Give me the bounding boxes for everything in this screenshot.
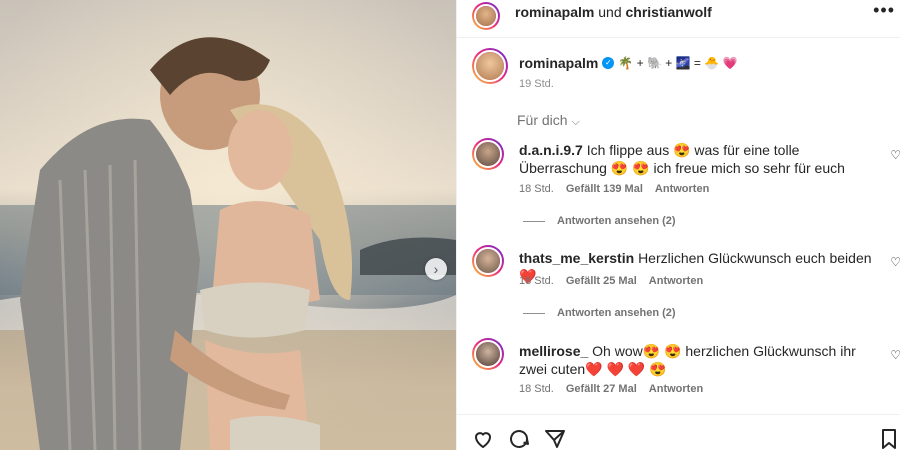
like-comment-heart-icon[interactable]: ♡ (890, 148, 900, 162)
verified-badge-icon: ✓ (602, 57, 615, 69)
like-comment-heart-icon[interactable]: ♡ (890, 348, 900, 362)
divider-line (523, 220, 545, 222)
header-avatar[interactable] (472, 2, 500, 30)
comment-time: 18 Std. (519, 275, 554, 287)
comment-text: mellirose_ Oh wow😍 😍 herzlichen Glückwun… (519, 342, 859, 378)
comment-username[interactable]: d.a.n.i.9.7 (519, 142, 583, 158)
beach-couple-photo (0, 0, 456, 450)
for-you-label: Für dich (517, 112, 568, 128)
reply-button[interactable]: Antworten (655, 183, 709, 195)
comment-likes[interactable]: Gefällt 27 Mal (566, 383, 637, 395)
comment-avatar[interactable] (472, 338, 504, 370)
more-horizontal-icon[interactable]: ••• (873, 0, 895, 21)
caption-time: 19 Std. (519, 78, 554, 90)
like-comment-heart-icon[interactable]: ♡ (890, 255, 900, 269)
divider-line (523, 312, 545, 314)
bookmark-icon[interactable] (877, 427, 900, 450)
comment-text: d.a.n.i.9.7 Ich flippe aus 😍 was für ein… (519, 141, 874, 177)
next-image-button[interactable]: › (425, 258, 447, 280)
chevron-right-icon: › (433, 261, 439, 277)
view-replies-label: Antworten ansehen (2) (557, 215, 676, 227)
post-photo[interactable]: › (0, 0, 456, 450)
comment-meta: 18 Std. Gefällt 27 Mal Antworten (519, 383, 703, 395)
header-usernames: rominapalm und christianwolf (515, 4, 712, 20)
post-action-bar (457, 414, 900, 450)
heart-icon[interactable] (471, 427, 495, 450)
post-header: rominapalm und christianwolf ••• (457, 0, 900, 38)
caption-text: 🌴 + 🐘 + 🌌 = 🐣 💗 (618, 56, 738, 70)
reply-button[interactable]: Antworten (649, 275, 703, 287)
caption: rominapalm ✓ 🌴 + 🐘 + 🌌 = 🐣 💗 (519, 55, 737, 71)
comment-likes[interactable]: Gefällt 25 Mal (566, 275, 637, 287)
comment-time: 18 Std. (519, 383, 554, 395)
header-connector: und (598, 4, 622, 20)
for-you-dropdown[interactable]: Für dich ⌵ (517, 112, 580, 129)
comment-username[interactable]: thats_me_kerstin (519, 250, 634, 266)
caption-avatar[interactable] (472, 48, 508, 84)
comment-meta: 18 Std. Gefällt 139 Mal Antworten (519, 183, 709, 195)
comment-time: 18 Std. (519, 183, 554, 195)
reply-button[interactable]: Antworten (649, 383, 703, 395)
comment-avatar[interactable] (472, 138, 504, 170)
view-replies-label: Antworten ansehen (2) (557, 307, 676, 319)
chevron-down-icon: ⌵ (571, 116, 580, 128)
view-replies-button[interactable]: Antworten ansehen (2) (523, 307, 676, 319)
comment-avatar[interactable] (472, 245, 504, 277)
share-icon[interactable] (543, 427, 567, 450)
header-user1[interactable]: rominapalm (515, 4, 594, 20)
comment-likes[interactable]: Gefällt 139 Mal (566, 183, 643, 195)
caption-username[interactable]: rominapalm (519, 55, 598, 71)
post-side-panel: rominapalm und christianwolf ••• rominap… (456, 0, 900, 450)
view-replies-button[interactable]: Antworten ansehen (2) (523, 215, 676, 227)
header-user2[interactable]: christianwolf (626, 4, 712, 20)
comment-meta: 18 Std. Gefällt 25 Mal Antworten (519, 275, 703, 287)
comment-icon[interactable] (507, 427, 531, 450)
comment-username[interactable]: mellirose_ (519, 343, 588, 359)
